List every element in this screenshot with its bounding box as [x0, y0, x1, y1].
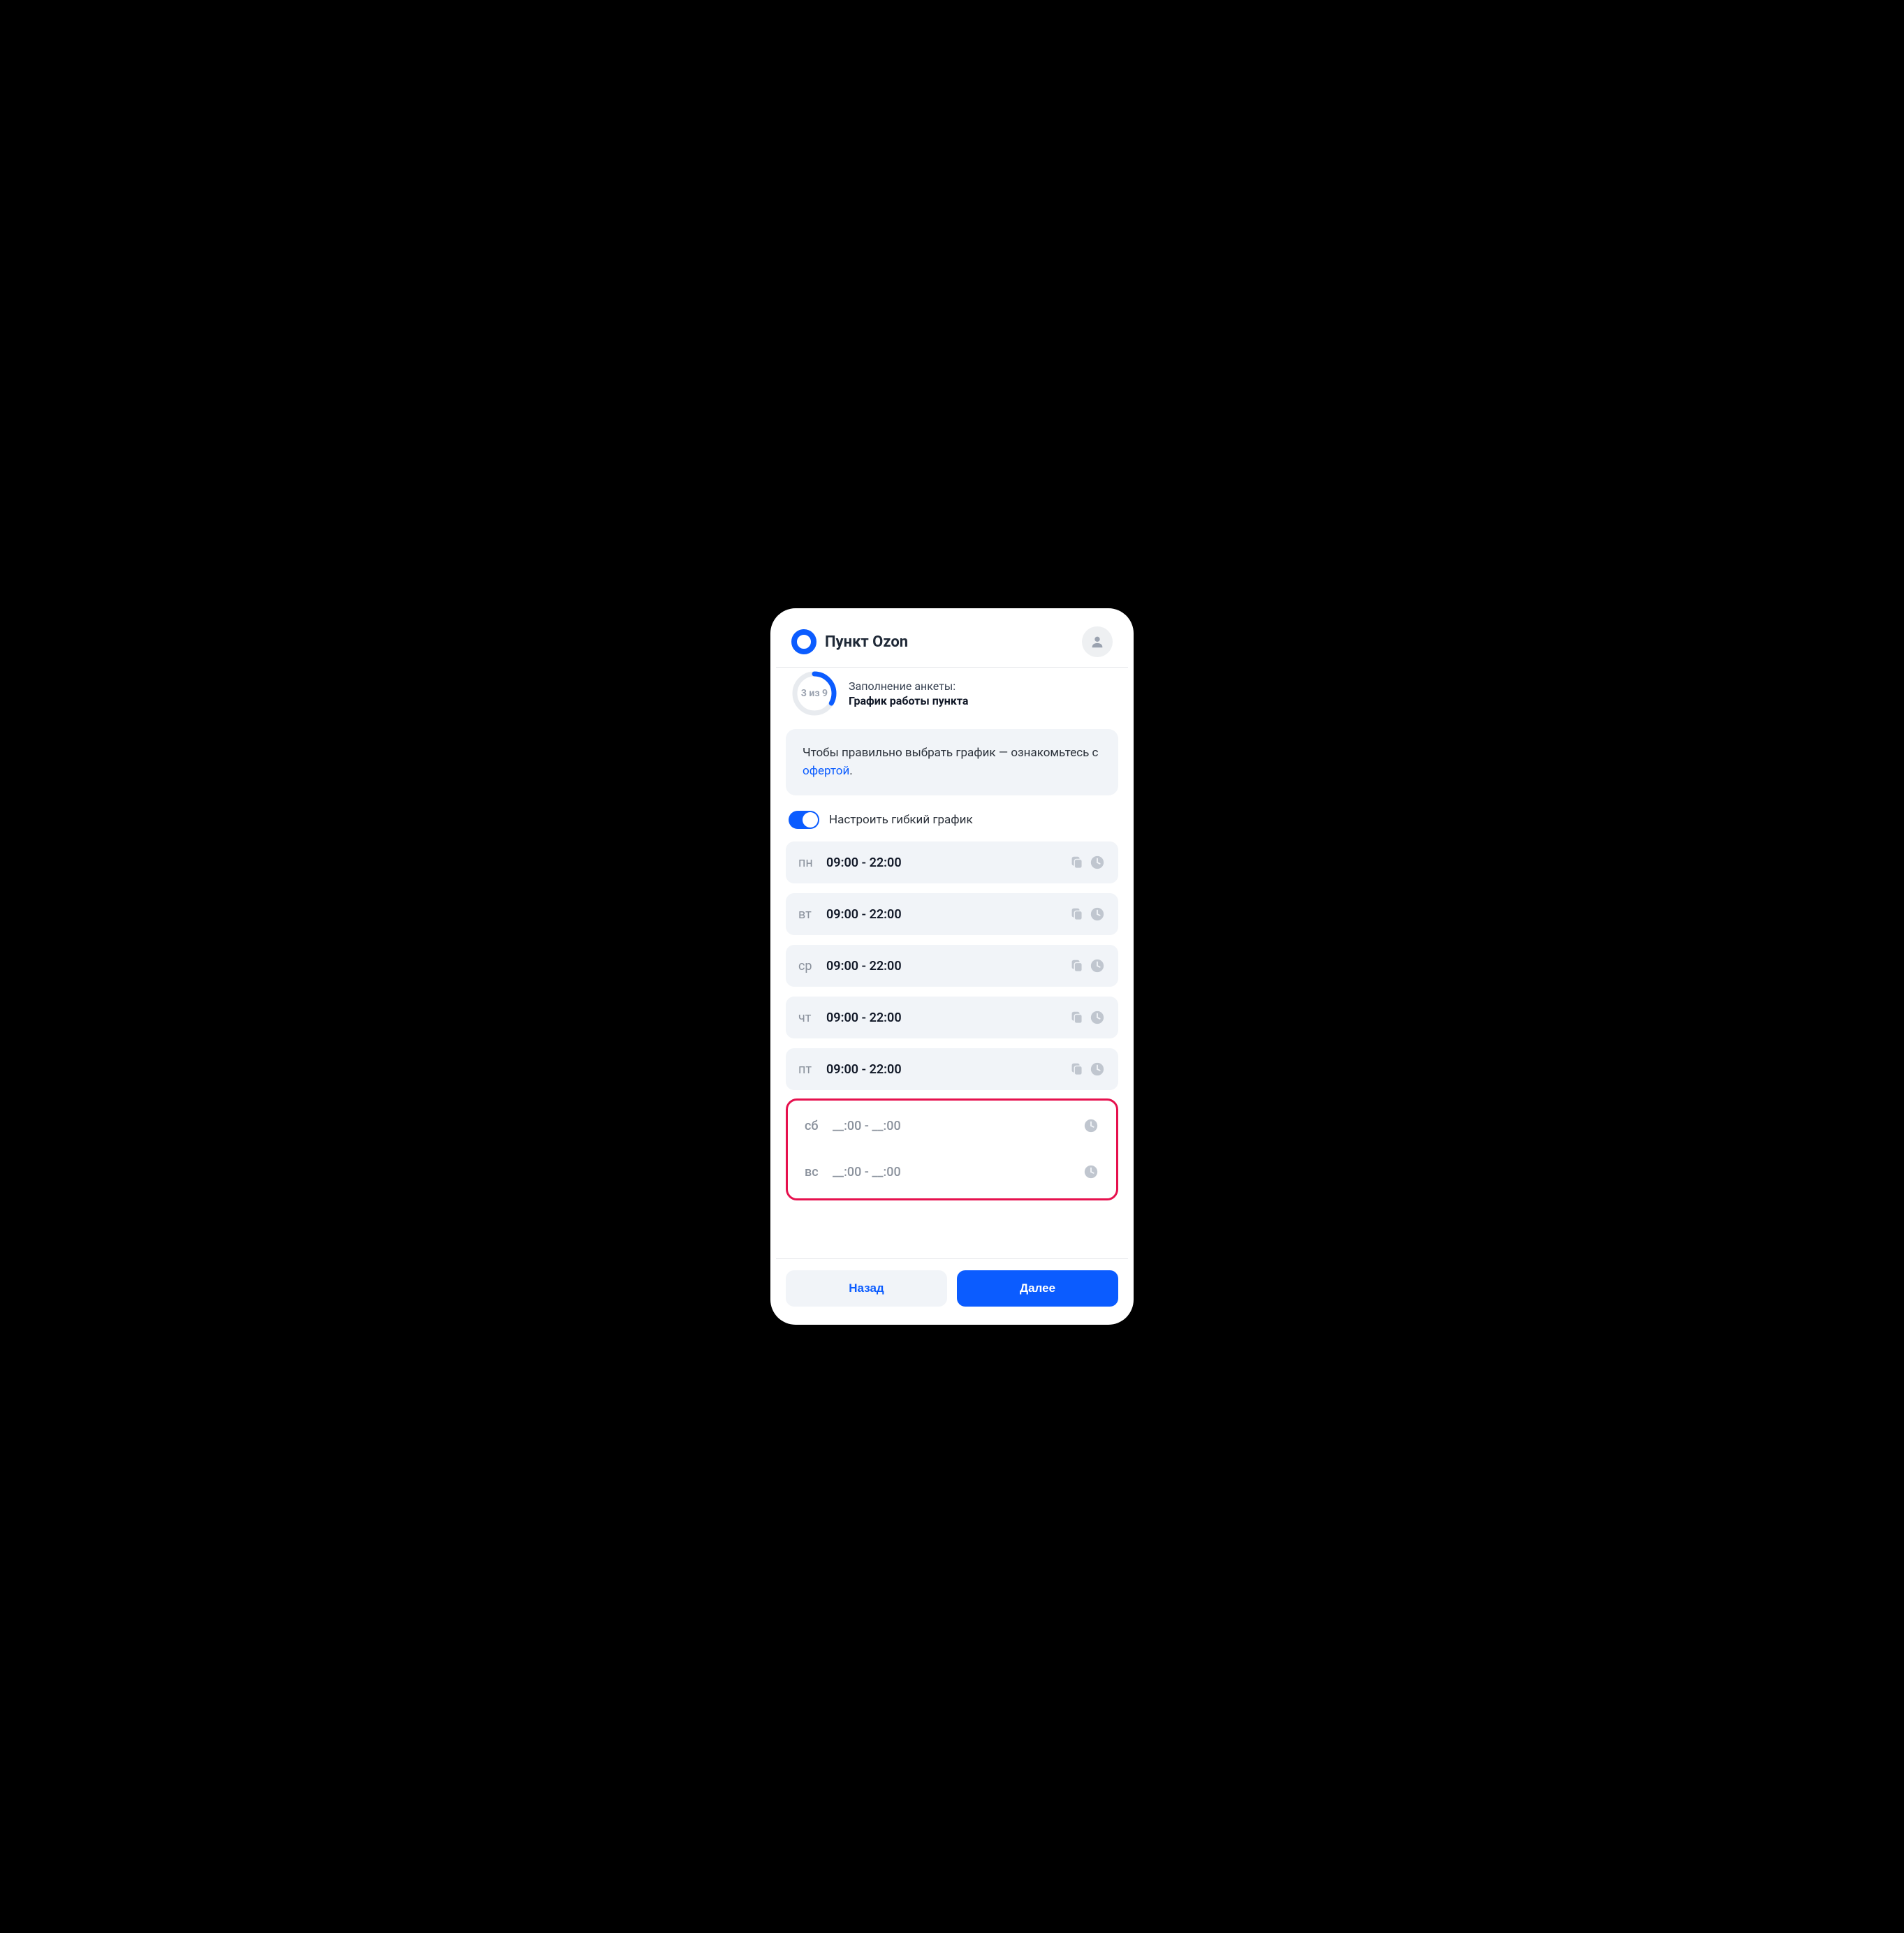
next-button[interactable]: Далее	[957, 1270, 1118, 1307]
app-title: Пункт Ozon	[825, 633, 908, 651]
main-content: Чтобы правильно выбрать график — ознаком…	[776, 722, 1128, 1258]
weekend-highlight-group: сб __:00 - __:00 вс __:00 - __:00	[786, 1098, 1118, 1200]
copy-icon[interactable]	[1069, 855, 1084, 870]
copy-icon[interactable]	[1069, 906, 1084, 922]
profile-button[interactable]	[1082, 626, 1113, 657]
phone-frame: Пункт Ozon 3 из 9 Заполнение анкеты: Гра…	[770, 608, 1134, 1325]
progress-section: 3 из 9 Заполнение анкеты: График работы …	[776, 668, 1128, 722]
schedule-row-empty[interactable]: сб __:00 - __:00	[792, 1105, 1112, 1147]
offer-link[interactable]: офертой	[803, 764, 849, 778]
schedule-row[interactable]: чт 09:00 - 22:00	[786, 997, 1118, 1038]
info-text-before: Чтобы правильно выбрать график — ознаком…	[803, 746, 1098, 760]
clock-icon[interactable]	[1090, 1061, 1105, 1077]
copy-icon[interactable]	[1069, 1061, 1084, 1077]
day-label: сб	[805, 1119, 827, 1133]
back-button[interactable]: Назад	[786, 1270, 947, 1307]
row-actions	[1068, 957, 1106, 974]
progress-ring: 3 из 9	[791, 670, 837, 716]
time-range: 09:00 - 22:00	[826, 907, 1068, 922]
progress-text: Заполнение анкеты: График работы пункта	[849, 679, 968, 707]
time-range: 09:00 - 22:00	[826, 1010, 1068, 1025]
app-header: Пункт Ozon	[776, 614, 1128, 668]
info-text-after: .	[849, 764, 852, 778]
schedule-row[interactable]: ср 09:00 - 22:00	[786, 945, 1118, 987]
row-actions	[1083, 1117, 1099, 1134]
flexible-schedule-label: Настроить гибкий график	[829, 813, 973, 827]
time-range-placeholder: __:00 - __:00	[833, 1119, 1083, 1133]
copy-icon[interactable]	[1069, 1010, 1084, 1025]
phone-screen: Пункт Ozon 3 из 9 Заполнение анкеты: Гра…	[776, 614, 1128, 1319]
footer-actions: Назад Далее	[776, 1258, 1128, 1319]
flexible-schedule-toggle[interactable]	[789, 811, 819, 829]
day-label: пн	[798, 855, 821, 870]
schedule-list: пн 09:00 - 22:00 вт 09:00 - 22:00 ср 09:00 - …	[786, 841, 1118, 1090]
progress-subtitle: График работы пункта	[849, 694, 968, 707]
clock-icon[interactable]	[1090, 1010, 1105, 1025]
row-actions	[1068, 906, 1106, 923]
copy-icon[interactable]	[1069, 958, 1084, 973]
row-actions	[1068, 854, 1106, 871]
progress-step-label: 3 из 9	[791, 670, 837, 716]
day-label: ср	[798, 959, 821, 973]
clock-icon[interactable]	[1090, 855, 1105, 870]
schedule-row-empty[interactable]: вс __:00 - __:00	[792, 1151, 1112, 1193]
row-actions	[1083, 1163, 1099, 1180]
time-range: 09:00 - 22:00	[826, 855, 1068, 870]
clock-icon[interactable]	[1090, 958, 1105, 973]
clock-icon[interactable]	[1083, 1164, 1099, 1179]
day-label: вс	[805, 1165, 827, 1179]
day-label: вт	[798, 907, 821, 922]
info-banner: Чтобы правильно выбрать график — ознаком…	[786, 729, 1118, 795]
ozon-logo-icon	[791, 629, 816, 654]
flexible-schedule-toggle-row: Настроить гибкий график	[786, 795, 1118, 841]
row-actions	[1068, 1061, 1106, 1078]
time-range-placeholder: __:00 - __:00	[833, 1165, 1083, 1179]
day-label: чт	[798, 1010, 821, 1025]
time-range: 09:00 - 22:00	[826, 959, 1068, 973]
schedule-row[interactable]: пн 09:00 - 22:00	[786, 841, 1118, 883]
day-label: пт	[798, 1062, 821, 1077]
user-icon	[1090, 634, 1105, 649]
time-range: 09:00 - 22:00	[826, 1062, 1068, 1077]
clock-icon[interactable]	[1083, 1118, 1099, 1133]
brand: Пункт Ozon	[791, 629, 908, 654]
toggle-knob	[803, 812, 818, 828]
row-actions	[1068, 1009, 1106, 1026]
clock-icon[interactable]	[1090, 906, 1105, 922]
progress-title: Заполнение анкеты:	[849, 679, 968, 693]
schedule-row[interactable]: пт 09:00 - 22:00	[786, 1048, 1118, 1090]
schedule-row[interactable]: вт 09:00 - 22:00	[786, 893, 1118, 935]
